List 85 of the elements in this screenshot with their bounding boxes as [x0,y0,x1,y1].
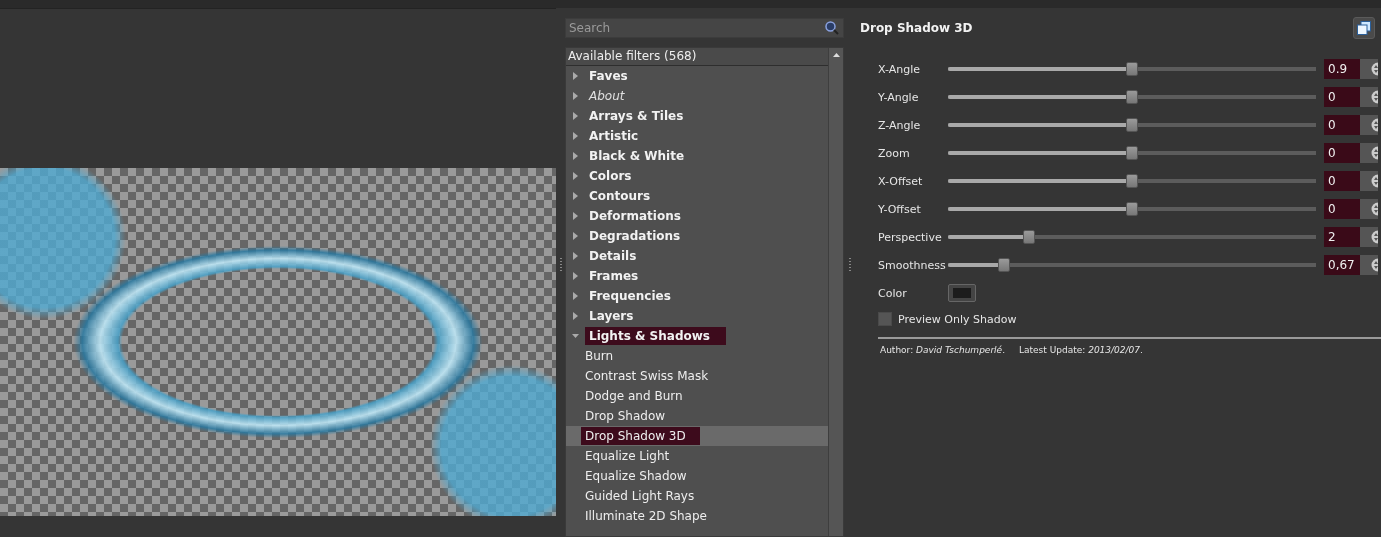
category-item[interactable]: Frequencies [585,287,675,305]
slider-thumb[interactable] [1126,118,1138,132]
collapsed-triangle-icon[interactable] [572,272,579,280]
collapsed-triangle-icon[interactable] [572,172,579,180]
collapsed-triangle-icon[interactable] [572,212,579,220]
window-button[interactable] [1353,17,1375,39]
parameter-label: X-Offset [878,174,924,188]
category-item[interactable]: Layers [585,307,638,325]
category-item[interactable]: Frames [585,267,643,285]
filter-item[interactable]: Equalize Light [581,447,674,465]
spin-arrows-icon[interactable] [1371,118,1378,132]
collapsed-triangle-icon[interactable] [572,132,579,140]
category-item[interactable]: Black & White [585,147,689,165]
value-field[interactable]: 0 [1324,199,1360,219]
category-item[interactable]: Details [585,247,641,265]
slider-thumb[interactable] [1126,174,1138,188]
update-text: Latest Update: 2013/02/07. [1019,345,1143,355]
slider-thumb[interactable] [1126,146,1138,160]
spin-arrows-icon[interactable] [1371,230,1378,244]
value-field[interactable]: 0.9 [1324,59,1360,79]
search-icon[interactable] [824,20,840,36]
spin-arrows-icon[interactable] [1371,174,1378,188]
slider-thumb[interactable] [1126,90,1138,104]
color-button[interactable] [948,284,976,302]
filter-item[interactable]: Contrast Swiss Mask [581,367,713,385]
value-field[interactable]: 0 [1324,87,1360,107]
parameter-label: Perspective [878,230,943,244]
search-input[interactable]: Search [569,21,824,35]
value-field[interactable]: 0,67 [1324,255,1360,275]
collapsed-triangle-icon[interactable] [572,312,579,320]
collapsed-triangle-icon[interactable] [572,192,579,200]
spin-arrows-icon[interactable] [1371,90,1378,104]
collapsed-triangle-icon[interactable] [572,252,579,260]
spin-arrows-icon[interactable] [1371,146,1378,160]
filter-item[interactable]: Dodge and Burn [581,387,687,405]
author-text: Author: David Tschumperlé. [880,345,1005,355]
slider-thumb[interactable] [997,258,1010,272]
parameter-label: Y-Offset [878,202,922,216]
windows-icon [1357,21,1371,35]
category-item[interactable]: Deformations [585,207,685,225]
category-item[interactable]: Degradations [585,227,685,245]
collapsed-triangle-icon[interactable] [572,152,579,160]
collapsed-triangle-icon[interactable] [572,72,579,80]
filter-item[interactable]: Illuminate 2D Shape [581,507,711,525]
parameter-label: Smoothness [878,258,947,272]
spin-arrows-icon[interactable] [1371,258,1378,272]
filter-item[interactable]: Drop Shadow 3D [581,427,700,445]
search-field[interactable]: Search [565,18,844,38]
value-field[interactable]: 0 [1324,143,1360,163]
slider-thumb[interactable] [1126,62,1138,76]
splitter-handle-icon[interactable] [849,257,851,272]
parameter-label: Zoom [878,146,911,160]
slider-thumb[interactable] [1022,230,1035,244]
category-item[interactable]: Contours [585,187,655,205]
filter-item[interactable]: Drop Shadow [581,407,670,425]
checkbox-label[interactable]: Preview Only Shadow [898,312,1017,326]
collapsed-triangle-icon[interactable] [572,92,579,100]
filter-item[interactable]: Equalize Shadow [581,467,691,485]
checkbox[interactable] [878,312,892,326]
filter-item[interactable]: Guided Light Rays [581,487,699,505]
collapsed-triangle-icon[interactable] [572,112,579,120]
filter-item[interactable]: Burn [581,347,618,365]
splitter-handle-icon[interactable] [559,257,562,272]
value-field[interactable]: 0 [1324,171,1360,191]
collapsed-triangle-icon[interactable] [572,292,579,300]
category-item[interactable]: Faves [585,67,632,85]
list-header: Available filters (568) [566,48,828,66]
collapsed-triangle-icon[interactable] [572,232,579,240]
parameter-label: X-Angle [878,62,922,76]
value-field[interactable]: 0 [1324,115,1360,135]
expanded-triangle-icon[interactable] [572,332,579,340]
category-item[interactable]: Arrays & Tiles [585,107,688,125]
category-item[interactable]: Lights & Shadows [585,327,726,345]
parameter-label: Z-Angle [878,118,922,132]
filter-title: Drop Shadow 3D [860,21,973,35]
value-field[interactable]: 2 [1324,227,1360,247]
category-item[interactable]: Colors [585,167,636,185]
parameter-label: Color [878,286,908,300]
slider-thumb[interactable] [1126,202,1138,216]
category-item[interactable]: Artistic [585,127,643,145]
parameter-label: Y-Angle [878,90,920,104]
spin-arrows-icon[interactable] [1371,202,1378,216]
scrollbar[interactable] [828,48,843,536]
spin-arrows-icon[interactable] [1371,62,1378,76]
about-item[interactable]: About [589,89,625,103]
